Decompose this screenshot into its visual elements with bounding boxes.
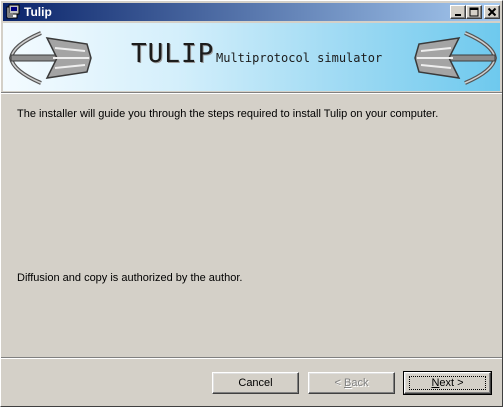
tulip-logo-right	[414, 31, 498, 85]
banner-title: TULIP	[131, 39, 215, 69]
tulip-logo-left	[8, 31, 92, 85]
close-icon	[487, 7, 497, 17]
close-button[interactable]	[484, 5, 500, 19]
maximize-icon	[469, 7, 479, 17]
cancel-label: Cancel	[238, 376, 273, 389]
footer-separator	[1, 357, 502, 359]
title-bar[interactable]: Tulip	[3, 3, 500, 21]
header-separator	[1, 92, 502, 94]
back-button[interactable]: < Back	[308, 372, 395, 394]
back-prefix: <	[334, 376, 344, 389]
banner-subtitle: Multiprotocol simulator	[216, 51, 383, 65]
header-banner: TULIP Multiprotocol simulator	[3, 23, 500, 91]
minimize-icon	[455, 14, 461, 16]
maximize-button[interactable]	[466, 5, 482, 19]
next-button[interactable]: Next >	[403, 371, 492, 395]
minimize-button[interactable]	[450, 5, 466, 19]
focus-ring	[409, 376, 486, 390]
window-title: Tulip	[24, 5, 52, 19]
intro-text: The installer will guide you through the…	[17, 108, 439, 120]
cancel-button[interactable]: Cancel	[212, 372, 299, 394]
installer-window: Tulip TULIP Multiprotocol simulator The …	[0, 0, 503, 407]
back-label-rest: ack	[351, 376, 369, 389]
installer-icon	[6, 4, 20, 19]
authorization-notice: Diffusion and copy is authorized by the …	[17, 272, 243, 284]
